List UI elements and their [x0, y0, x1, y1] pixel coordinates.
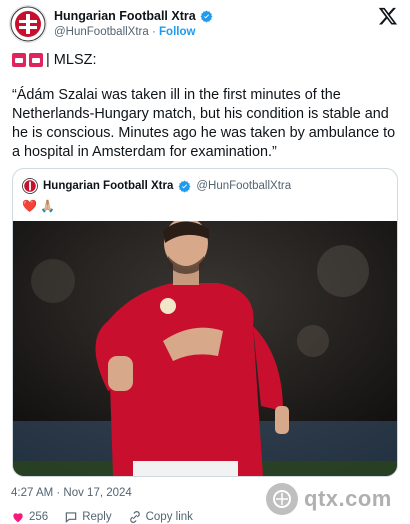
- alarm-emoji-icon: [29, 53, 43, 67]
- watermark-logo-icon: [266, 483, 298, 515]
- heart-icon: [13, 513, 23, 523]
- quoted-emojis: ❤️ 🙏🏼: [22, 199, 55, 213]
- crest-logo: [10, 6, 46, 42]
- link-icon: [129, 511, 140, 523]
- handle-row: @HunFootballXtra · Follow: [54, 26, 195, 38]
- verified-badge-icon: [178, 180, 191, 192]
- post-prefix: | MLSZ:: [12, 52, 97, 68]
- x-logo-icon[interactable]: [378, 6, 398, 26]
- reply-label: Reply: [82, 511, 112, 523]
- follow-button[interactable]: Follow: [159, 26, 195, 38]
- ball-icon: [273, 490, 291, 508]
- praying-hands-emoji: 🙏🏼: [39, 199, 55, 213]
- action-bar: 256 Reply Copy link: [11, 510, 193, 524]
- tweet-body: “Ádám Szalai was taken ill in the first …: [12, 87, 396, 160]
- site-watermark: qtx.com: [258, 480, 408, 518]
- like-button[interactable]: 256: [11, 510, 48, 524]
- account-handle[interactable]: @HunFootballXtra: [54, 26, 149, 38]
- quoted-tweet[interactable]: Hungarian Football Xtra @HunFootballXtra…: [12, 168, 398, 477]
- tweet-card: Hungarian Football Xtra @HunFootballXtra…: [0, 0, 410, 524]
- post-prefix-text: | MLSZ:: [46, 52, 97, 68]
- account-avatar[interactable]: [10, 6, 46, 42]
- crest-logo: [22, 178, 38, 194]
- tweet-header: Hungarian Football Xtra @HunFootballXtra…: [10, 6, 402, 42]
- quoted-avatar: [22, 178, 38, 194]
- quoted-header: Hungarian Football Xtra @HunFootballXtra: [22, 178, 291, 194]
- verified-badge-icon: [200, 10, 213, 22]
- copy-link-label: Copy link: [145, 511, 193, 523]
- heart-emoji: ❤️: [22, 199, 37, 213]
- quoted-handle: @HunFootballXtra: [196, 180, 292, 192]
- name-row: Hungarian Football Xtra: [54, 9, 213, 23]
- player-photo[interactable]: [13, 221, 397, 476]
- reply-button[interactable]: Reply: [64, 510, 112, 524]
- copy-link-button[interactable]: Copy link: [128, 510, 193, 524]
- display-name[interactable]: Hungarian Football Xtra: [54, 9, 196, 23]
- reply-icon: [65, 512, 77, 523]
- like-count: 256: [29, 511, 49, 523]
- handle-separator: ·: [148, 26, 160, 38]
- alarm-emoji-icon: [12, 53, 26, 67]
- post-timestamp[interactable]: 4:27 AM · Nov 17, 2024: [11, 487, 132, 499]
- watermark-text: qtx.com: [304, 486, 392, 511]
- quoted-display-name: Hungarian Football Xtra: [43, 180, 174, 192]
